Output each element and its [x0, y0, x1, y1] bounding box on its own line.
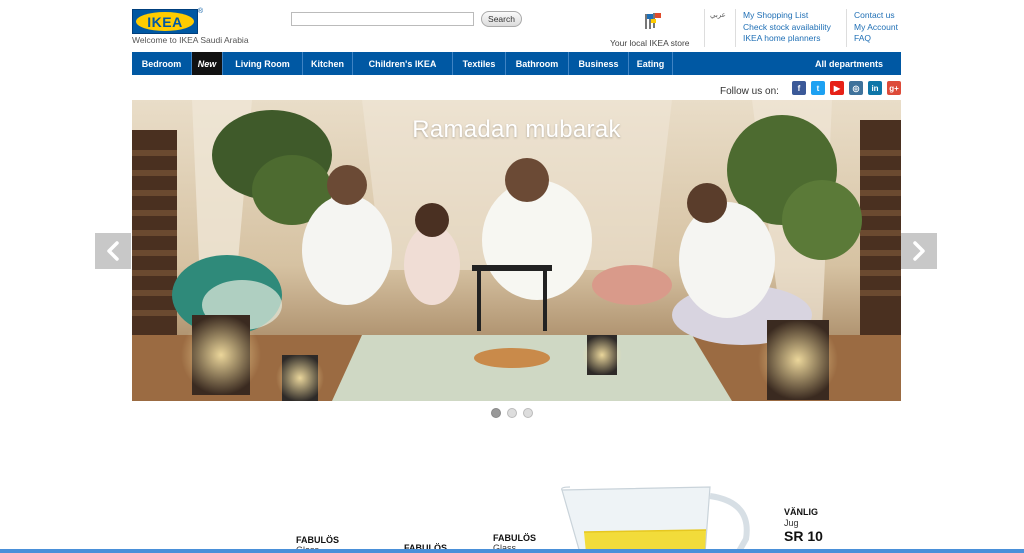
linkedin-icon[interactable]: in	[868, 81, 882, 95]
page: IKEA ® Welcome to IKEA Saudi Arabia Sear…	[0, 0, 1024, 553]
store-flags-icon[interactable]	[643, 12, 663, 30]
instagram-icon[interactable]: ◎	[849, 81, 863, 95]
contact-us-link[interactable]: Contact us	[854, 10, 898, 22]
slider-prev-button[interactable]	[95, 233, 131, 269]
local-store-link[interactable]: Your local IKEA store	[610, 38, 690, 48]
facebook-icon[interactable]: f	[792, 81, 806, 95]
header-divider	[846, 9, 847, 47]
hero-banner[interactable]: Ramadan mubarak	[132, 100, 901, 401]
faq-link[interactable]: FAQ	[854, 33, 898, 45]
product-name[interactable]: FABULÖS	[493, 533, 536, 543]
slider-dot-1[interactable]	[491, 408, 501, 418]
language-switch-link[interactable]: عربي	[710, 11, 726, 19]
nav-item-eating[interactable]: Eating	[629, 52, 673, 75]
featured-product-type: Jug	[784, 518, 799, 528]
nav-item-business[interactable]: Business	[569, 52, 629, 75]
chevron-right-icon	[913, 241, 925, 261]
stock-availability-link[interactable]: Check stock availability	[743, 22, 831, 34]
featured-product-name[interactable]: VÄNLIG	[784, 507, 818, 517]
nav-all-departments[interactable]: All departments	[815, 52, 883, 75]
main-nav: Bedroom New Living Room Kitchen Children…	[132, 52, 901, 75]
nav-item-kitchen[interactable]: Kitchen	[303, 52, 353, 75]
home-planners-link[interactable]: IKEA home planners	[743, 33, 831, 45]
nav-item-childrens-ikea[interactable]: Children's IKEA	[353, 52, 453, 75]
hero-image	[132, 100, 901, 401]
ikea-logo-text: IKEA	[147, 13, 183, 30]
account-links-col2: Contact us My Account FAQ	[854, 10, 898, 45]
my-account-link[interactable]: My Account	[854, 22, 898, 34]
search-button[interactable]: Search	[481, 11, 522, 27]
nav-item-textiles[interactable]: Textiles	[453, 52, 506, 75]
chevron-left-icon	[107, 241, 119, 261]
featured-product-price: SR 10	[784, 528, 823, 544]
slider-dots	[491, 408, 533, 418]
nav-item-new[interactable]: New	[192, 52, 223, 75]
twitter-icon[interactable]: t	[811, 81, 825, 95]
youtube-icon[interactable]: ▶	[830, 81, 844, 95]
registered-mark: ®	[197, 8, 203, 15]
nav-item-bedroom[interactable]: Bedroom	[132, 52, 192, 75]
googleplus-icon[interactable]: g+	[887, 81, 901, 95]
follow-us-label: Follow us on:	[720, 86, 779, 97]
hero-title: Ramadan mubarak	[412, 116, 621, 143]
header-divider	[704, 9, 705, 47]
slider-dot-3[interactable]	[523, 408, 533, 418]
window-bottom-edge	[0, 549, 1024, 553]
nav-item-bathroom[interactable]: Bathroom	[506, 52, 569, 75]
ikea-logo-oval: IKEA	[136, 12, 194, 31]
welcome-text: Welcome to IKEA Saudi Arabia	[132, 35, 249, 45]
shopping-list-link[interactable]: My Shopping List	[743, 10, 831, 22]
header-divider	[735, 9, 736, 47]
ikea-logo[interactable]: IKEA ®	[132, 8, 203, 34]
search-input[interactable]	[291, 12, 474, 26]
jug-image[interactable]	[560, 484, 760, 553]
slider-next-button[interactable]	[901, 233, 937, 269]
slider-dot-2[interactable]	[507, 408, 517, 418]
jug-illustration	[561, 486, 750, 553]
account-links-col1: My Shopping List Check stock availabilit…	[743, 10, 831, 45]
product-name[interactable]: FABULÖS	[296, 535, 339, 545]
nav-item-living-room[interactable]: Living Room	[223, 52, 303, 75]
